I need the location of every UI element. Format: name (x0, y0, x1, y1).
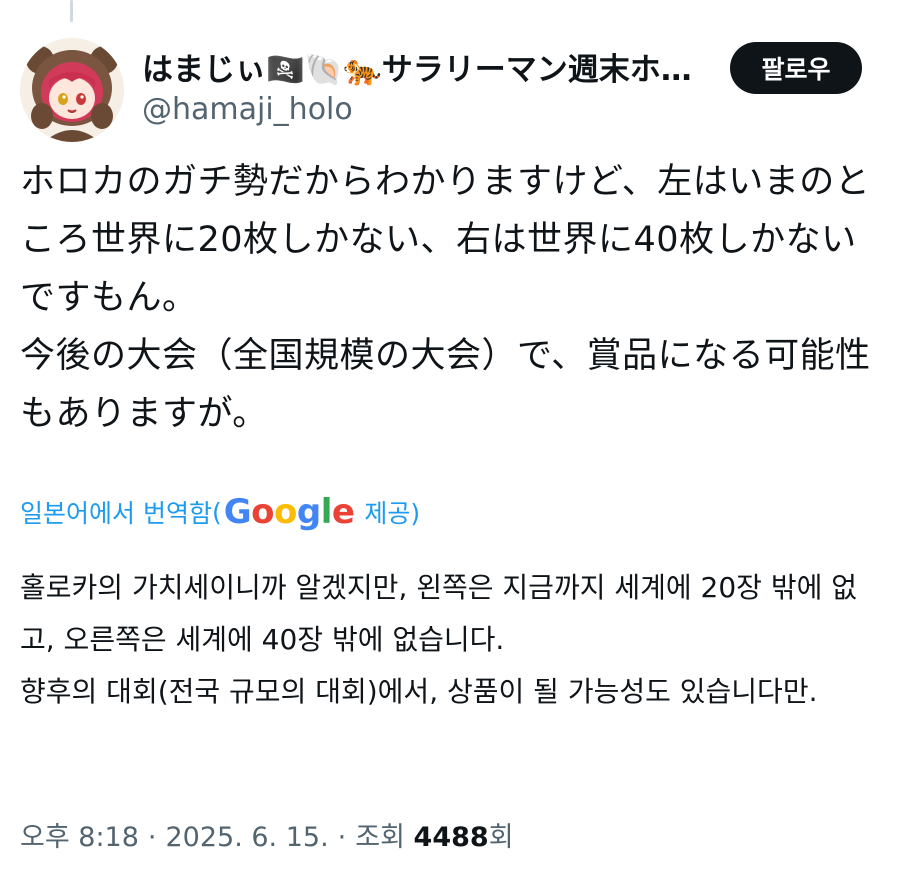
views-label: 조회 (355, 822, 405, 853)
post-text: ホロカのガチ勢だからわかりますけど、左はいまのところ世界に20枚しかない、右は世… (20, 153, 880, 443)
follow-button[interactable]: 팔로우 (730, 42, 862, 94)
views-count: 4488 (413, 822, 489, 853)
meta-separator: · (147, 822, 157, 853)
translation-provider-suffix: 제공) (364, 499, 421, 528)
post-text-line: 今後の大会（全国規模の大会）で、賞品になる可能性もありますが。 (20, 336, 871, 434)
translated-text-line: 향후의 대회(전국 규모의 대회)에서, 상품이 될 가능성도 있습니다만. (20, 675, 818, 708)
translated-text-line: 홀로카의 가치세이니까 알겠지만, 왼쪽은 지금까지 세계에 20장 밖에 없고… (20, 571, 858, 656)
translation-open-paren: ( (211, 497, 222, 527)
translation-toggle-link[interactable]: 일본어에서 번역함 (20, 494, 212, 530)
thread-connector-line (70, 0, 73, 22)
google-logo: Google (223, 492, 355, 532)
user-handle[interactable]: @hamaji_holo (142, 92, 353, 128)
post-date[interactable]: 2025. 6. 15. (166, 822, 329, 853)
display-name[interactable]: はまじぃ🏴‍☠️🐚🐅サラリーマン週末ホ… (142, 50, 712, 90)
translation-attribution: 일본어에서 번역함 ( Google 제공) (20, 490, 420, 534)
post-time[interactable]: 오후 8:18 (20, 815, 139, 854)
avatar[interactable] (20, 38, 124, 142)
meta-separator: · (337, 822, 347, 853)
translated-text: 홀로카의 가치세이니까 알겠지만, 왼쪽은 지금까지 세계에 20장 밖에 없고… (20, 562, 880, 718)
views-suffix: 회 (488, 822, 514, 853)
post-metadata: 오후 8:18 · 2025. 6. 15. · 조회 4488 회 (20, 815, 514, 854)
post-text-line: ホロカのガチ勢だからわかりますけど、左はいまのところ世界に20枚しかない、右は世… (20, 162, 871, 318)
anime-girl-avatar-icon (20, 38, 124, 142)
